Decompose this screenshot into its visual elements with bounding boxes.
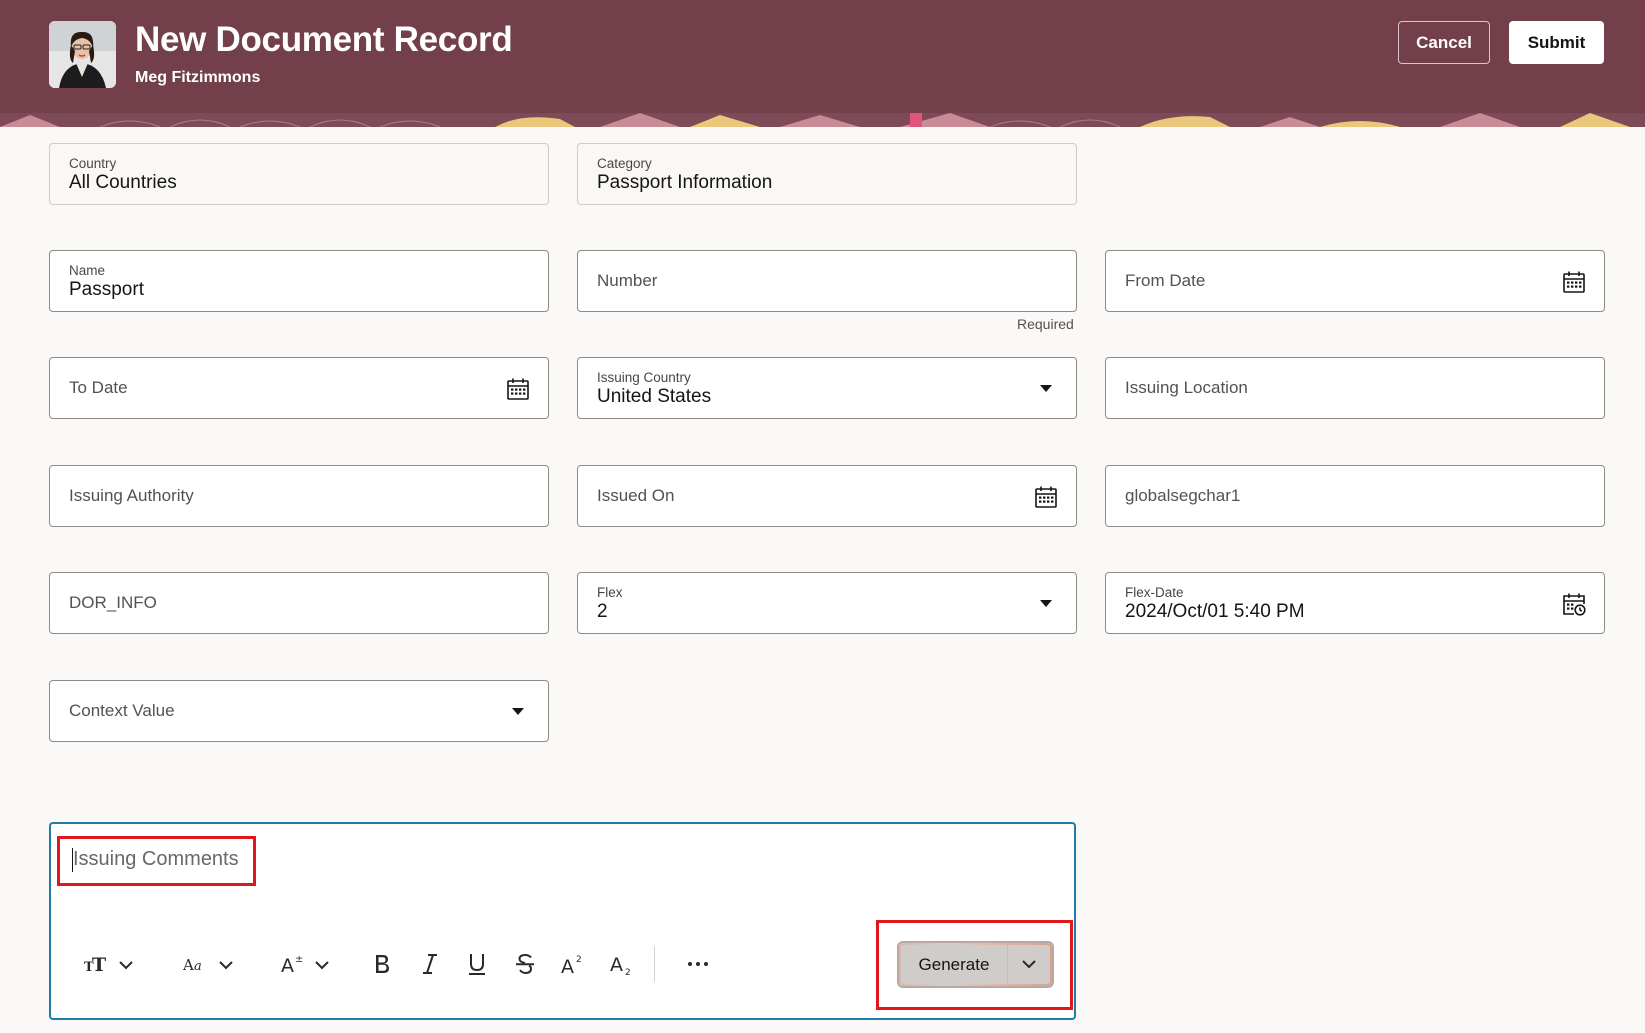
from-date-field[interactable]: From Date <box>1105 250 1605 312</box>
issuing-authority-label: Issuing Authority <box>69 486 194 505</box>
svg-text:a: a <box>194 959 202 974</box>
superscript-button[interactable]: A2 <box>561 950 585 982</box>
font-size-icon: Aa <box>182 952 207 981</box>
issued-on-label: Issued On <box>597 486 675 505</box>
issuing-country-select[interactable]: Issuing Country United States <box>577 357 1077 419</box>
number-field[interactable]: Number <box>577 250 1077 312</box>
category-label: Category <box>597 156 652 171</box>
svg-text:±: ± <box>295 954 303 965</box>
bold-button[interactable] <box>370 950 394 982</box>
page-subtitle: Meg Fitzimmons <box>135 69 261 86</box>
dor-info-label: DOR_INFO <box>69 593 157 612</box>
decorative-banner <box>0 113 1645 127</box>
strikethrough-button[interactable] <box>513 950 537 982</box>
text-size-adjust-icon: A ± <box>281 952 305 981</box>
underline-icon <box>465 952 489 981</box>
issuing-location-label: Issuing Location <box>1125 378 1248 397</box>
svg-text:2: 2 <box>576 955 582 965</box>
chevron-down-icon <box>315 957 329 975</box>
dropdown-caret-icon[interactable] <box>1040 385 1052 392</box>
svg-text:A: A <box>561 956 574 976</box>
category-value: Passport Information <box>597 172 773 193</box>
issuing-country-label: Issuing Country <box>597 370 691 385</box>
text-style-dropdown[interactable]: TT <box>83 950 133 982</box>
underline-button[interactable] <box>465 950 489 982</box>
dropdown-caret-icon[interactable] <box>512 708 524 715</box>
globalsegchar1-field[interactable]: globalsegchar1 <box>1105 465 1605 527</box>
issuing-country-value: United States <box>597 386 712 407</box>
context-value-select[interactable]: Context Value <box>49 680 549 742</box>
country-value: All Countries <box>69 172 177 193</box>
globalsegchar1-label: globalsegchar1 <box>1125 486 1241 505</box>
bold-icon <box>370 952 394 981</box>
name-field[interactable]: Name Passport <box>49 250 549 312</box>
to-date-field[interactable]: To Date <box>49 357 549 419</box>
flex-label: Flex <box>597 585 623 600</box>
calendar-icon[interactable] <box>1562 270 1586 294</box>
context-value-label: Context Value <box>69 701 175 720</box>
toolbar-divider <box>654 946 655 982</box>
text-size-adjust-dropdown[interactable]: A ± <box>281 950 329 982</box>
chevron-down-icon <box>119 957 133 975</box>
name-value: Passport <box>69 279 144 300</box>
issuing-authority-field[interactable]: Issuing Authority <box>49 465 549 527</box>
highlight-box <box>876 920 1073 1010</box>
more-options-button[interactable] <box>686 950 710 982</box>
country-label: Country <box>69 156 117 171</box>
flex-date-value: 2024/Oct/01 5:40 PM <box>1125 601 1305 622</box>
calendar-icon[interactable] <box>1034 485 1058 509</box>
page-title: New Document Record <box>135 20 513 59</box>
category-field: Category Passport Information <box>577 143 1077 205</box>
issuing-location-field[interactable]: Issuing Location <box>1105 357 1605 419</box>
page-header: New Document Record Meg Fitzimmons Cance… <box>0 0 1645 113</box>
more-icon <box>686 952 710 981</box>
italic-icon <box>418 952 442 981</box>
calendar-clock-icon[interactable] <box>1562 592 1586 616</box>
strikethrough-icon <box>513 952 537 981</box>
text-style-icon: TT <box>83 952 109 981</box>
superscript-icon: A2 <box>561 952 585 981</box>
dor-info-field[interactable]: DOR_INFO <box>49 572 549 634</box>
to-date-label: To Date <box>69 378 128 397</box>
highlight-box <box>57 836 256 886</box>
name-label: Name <box>69 263 106 278</box>
svg-text:T: T <box>92 954 106 976</box>
flex-date-field[interactable]: Flex-Date 2024/Oct/01 5:40 PM <box>1105 572 1605 634</box>
from-date-label: From Date <box>1125 271 1206 290</box>
issued-on-field[interactable]: Issued On <box>577 465 1077 527</box>
subscript-button[interactable]: A2 <box>610 950 634 982</box>
svg-text:A: A <box>610 954 623 976</box>
flex-select[interactable]: Flex 2 <box>577 572 1077 634</box>
flex-value: 2 <box>597 601 608 622</box>
calendar-icon[interactable] <box>506 377 530 401</box>
svg-text:A: A <box>183 956 194 974</box>
flex-date-label: Flex-Date <box>1125 585 1184 600</box>
submit-button[interactable]: Submit <box>1509 21 1604 64</box>
font-size-dropdown[interactable]: Aa <box>182 950 233 982</box>
cancel-button[interactable]: Cancel <box>1398 21 1490 64</box>
subscript-icon: A2 <box>610 952 634 981</box>
number-required-text: Required <box>1017 316 1074 332</box>
svg-text:2: 2 <box>625 968 631 976</box>
number-label: Number <box>597 271 658 290</box>
country-field: Country All Countries <box>49 143 549 205</box>
avatar <box>49 21 116 88</box>
italic-button[interactable] <box>418 950 442 982</box>
svg-text:A: A <box>281 955 294 976</box>
chevron-down-icon <box>219 957 233 975</box>
dropdown-caret-icon[interactable] <box>1040 600 1052 607</box>
